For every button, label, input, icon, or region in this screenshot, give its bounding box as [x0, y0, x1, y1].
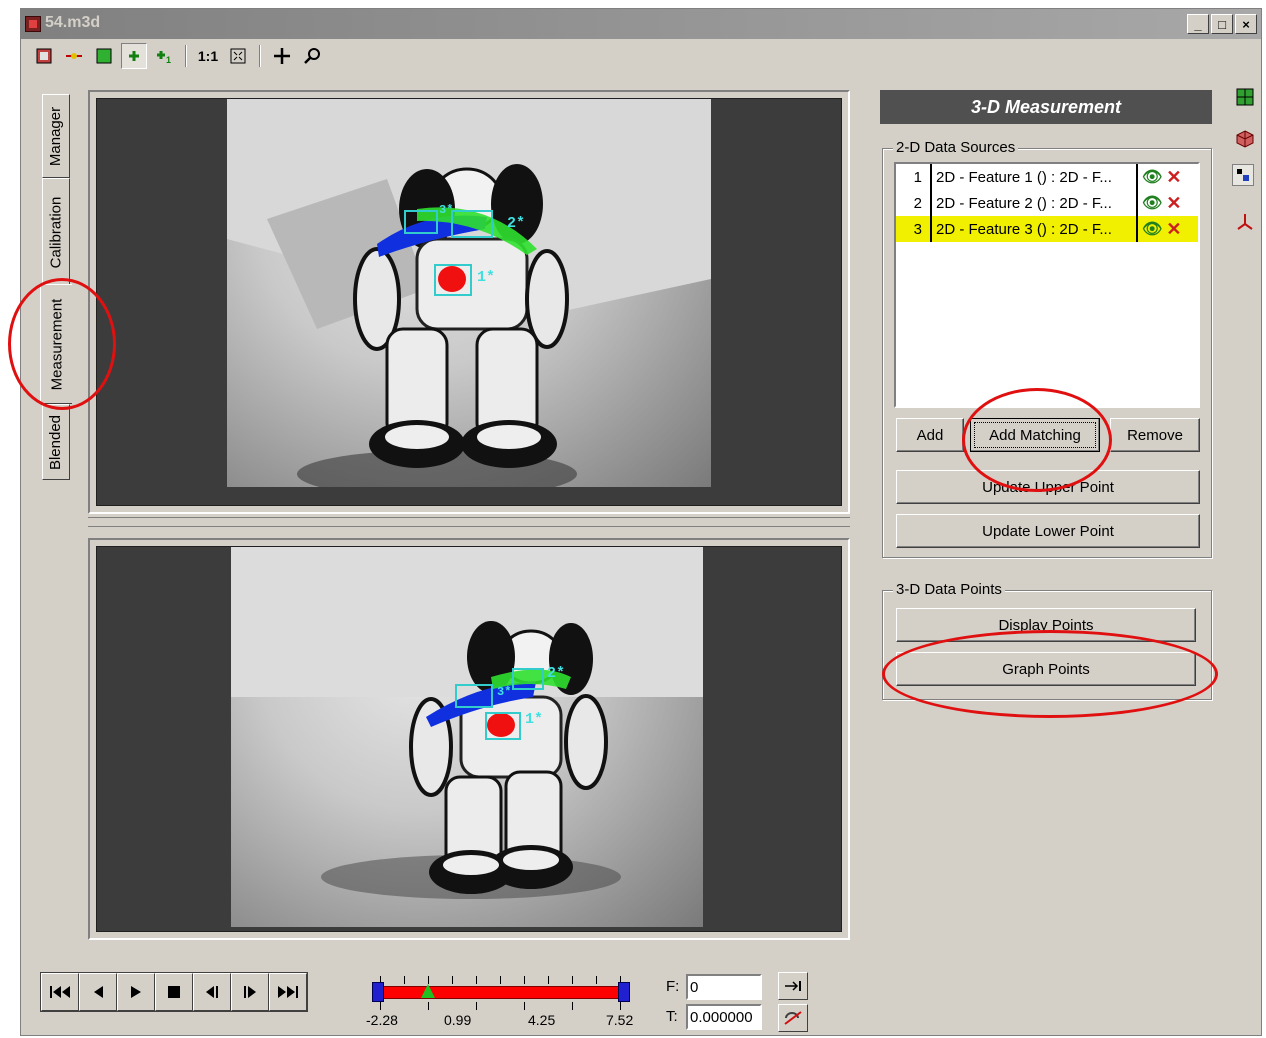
data-sources-legend: 2-D Data Sources	[893, 139, 1019, 156]
delete-icon[interactable]: ✕	[1166, 219, 1181, 240]
eye-icon[interactable]: 👁	[1142, 193, 1162, 213]
tick-label: -2.28	[366, 1012, 398, 1028]
minimize-button[interactable]: _	[1187, 14, 1209, 34]
close-button[interactable]: ×	[1235, 14, 1257, 34]
feature-label: 1*	[477, 269, 496, 286]
pan-move-icon[interactable]	[269, 43, 295, 69]
top-camera-image: 1* 2* 3*	[227, 99, 711, 487]
skip-to-start-icon[interactable]	[41, 973, 79, 1011]
bottom-camera-image: 1* 2* 3*	[231, 547, 703, 927]
eye-icon[interactable]: 👁	[1142, 219, 1162, 239]
stop-icon[interactable]	[155, 973, 193, 1011]
panel-title: 3-D Measurement	[880, 90, 1212, 124]
data-points-legend: 3-D Data Points	[893, 581, 1005, 598]
toolbar: 1 1:1	[21, 39, 1261, 73]
robot-figure-top	[227, 99, 711, 487]
range-start-handle[interactable]	[372, 982, 384, 1002]
play-icon[interactable]	[117, 973, 155, 1011]
fit-view-icon[interactable]	[225, 43, 251, 69]
green-square-icon[interactable]	[91, 43, 117, 69]
frame-label: F:	[666, 978, 680, 995]
list-item[interactable]: 1 2D - Feature 1 () : 2D - F... 👁 ✕	[896, 164, 1198, 190]
timeline-tick	[380, 1002, 381, 1010]
tick-label: 0.99	[444, 1012, 472, 1028]
add-point-icon[interactable]	[121, 43, 147, 69]
tab-manager[interactable]: Manager	[42, 94, 70, 178]
grid-layout-icon[interactable]	[1234, 86, 1256, 108]
feature-label: 2*	[547, 665, 566, 682]
tab-measurement[interactable]: Measurement	[40, 284, 72, 404]
graph-points-button[interactable]: Graph Points	[896, 652, 1196, 686]
tab-calibration[interactable]: Calibration	[42, 178, 70, 286]
skip-to-end-icon[interactable]	[269, 973, 307, 1011]
zoom-1to1-button[interactable]: 1:1	[195, 43, 221, 69]
view-splitter[interactable]	[88, 517, 850, 527]
tick-label: 4.25	[528, 1012, 556, 1028]
timeline-tick	[476, 1002, 477, 1010]
loop-disabled-icon[interactable]	[778, 1004, 808, 1032]
title-bar[interactable]: 54.m3d _ □ ×	[21, 9, 1261, 39]
range-end-handle[interactable]	[618, 982, 630, 1002]
frame-back-icon[interactable]	[193, 973, 231, 1011]
timeline-tick	[452, 976, 453, 984]
delete-icon[interactable]: ✕	[1166, 167, 1181, 188]
tab-blended[interactable]: Blended	[42, 404, 70, 480]
cube-3d-icon[interactable]	[1234, 128, 1256, 150]
magnifier-icon[interactable]	[299, 43, 325, 69]
timeline-tick	[428, 976, 429, 984]
list-item[interactable]: 2 2D - Feature 2 () : 2D - F... 👁 ✕	[896, 190, 1198, 216]
list-item-selected[interactable]: 3 2D - Feature 3 () : 2D - F... 👁 ✕	[896, 216, 1198, 242]
bottom-camera-view[interactable]: 1* 2* 3*	[88, 538, 850, 940]
feature-label: 1*	[525, 711, 544, 728]
link-lines-icon[interactable]	[61, 43, 87, 69]
add-matching-button[interactable]: Add Matching	[970, 418, 1100, 452]
eye-icon[interactable]: 👁	[1142, 167, 1162, 187]
timeline-tick	[572, 976, 573, 984]
feature-label: 3*	[439, 203, 454, 217]
toolbar-separator	[185, 45, 187, 67]
delete-icon[interactable]: ✕	[1166, 193, 1181, 214]
robot-figure-bottom	[231, 547, 703, 899]
timeline-tick	[500, 976, 501, 984]
display-points-button[interactable]: Display Points	[896, 608, 1196, 642]
timeline-tick	[404, 976, 405, 984]
update-lower-point-button[interactable]: Update Lower Point	[896, 514, 1200, 548]
timeline-tick	[524, 1002, 525, 1010]
frame-field[interactable]: 0	[686, 974, 762, 1000]
toolbar-separator	[259, 45, 261, 67]
data-sources-list[interactable]: 1 2D - Feature 1 () : 2D - F... 👁 ✕ 2 2D …	[894, 162, 1200, 408]
timeline-tick	[428, 1002, 429, 1010]
timeline-tick	[476, 976, 477, 984]
window-title: 54.m3d	[45, 14, 101, 31]
feature-label: 3*	[497, 685, 512, 699]
playhead-marker[interactable]	[421, 984, 435, 998]
remove-button[interactable]: Remove	[1110, 418, 1200, 452]
app-icon	[25, 16, 41, 32]
camera-data-icon[interactable]	[1232, 164, 1254, 186]
svg-text:1: 1	[166, 55, 171, 64]
jump-to-end-icon[interactable]	[778, 972, 808, 1000]
timeline-tick	[548, 976, 549, 984]
transport-controls	[40, 972, 308, 1012]
step-back-icon[interactable]	[79, 973, 117, 1011]
update-upper-point-button[interactable]: Update Upper Point	[896, 470, 1200, 504]
time-field[interactable]: 0.000000	[686, 1004, 762, 1030]
axes-icon[interactable]	[1234, 210, 1256, 232]
time-label: T:	[666, 1008, 678, 1025]
grid-view-icon[interactable]	[31, 43, 57, 69]
timeline-tick	[524, 976, 525, 984]
feature-label: 2*	[507, 215, 526, 232]
timeline-tick	[620, 1002, 621, 1010]
timeline-tick	[572, 1002, 573, 1010]
timeline-tick	[596, 976, 597, 984]
add-button[interactable]: Add	[896, 418, 964, 452]
timeline-slider[interactable]: -2.28 0.99 4.25 7.52	[366, 974, 634, 1034]
tick-label: 7.52	[606, 1012, 634, 1028]
timeline-range-bar	[380, 986, 620, 999]
maximize-button[interactable]: □	[1211, 14, 1233, 34]
add-point-numbered-icon[interactable]: 1	[151, 43, 177, 69]
top-camera-view[interactable]: 1* 2* 3*	[88, 90, 850, 514]
frame-forward-icon[interactable]	[231, 973, 269, 1011]
